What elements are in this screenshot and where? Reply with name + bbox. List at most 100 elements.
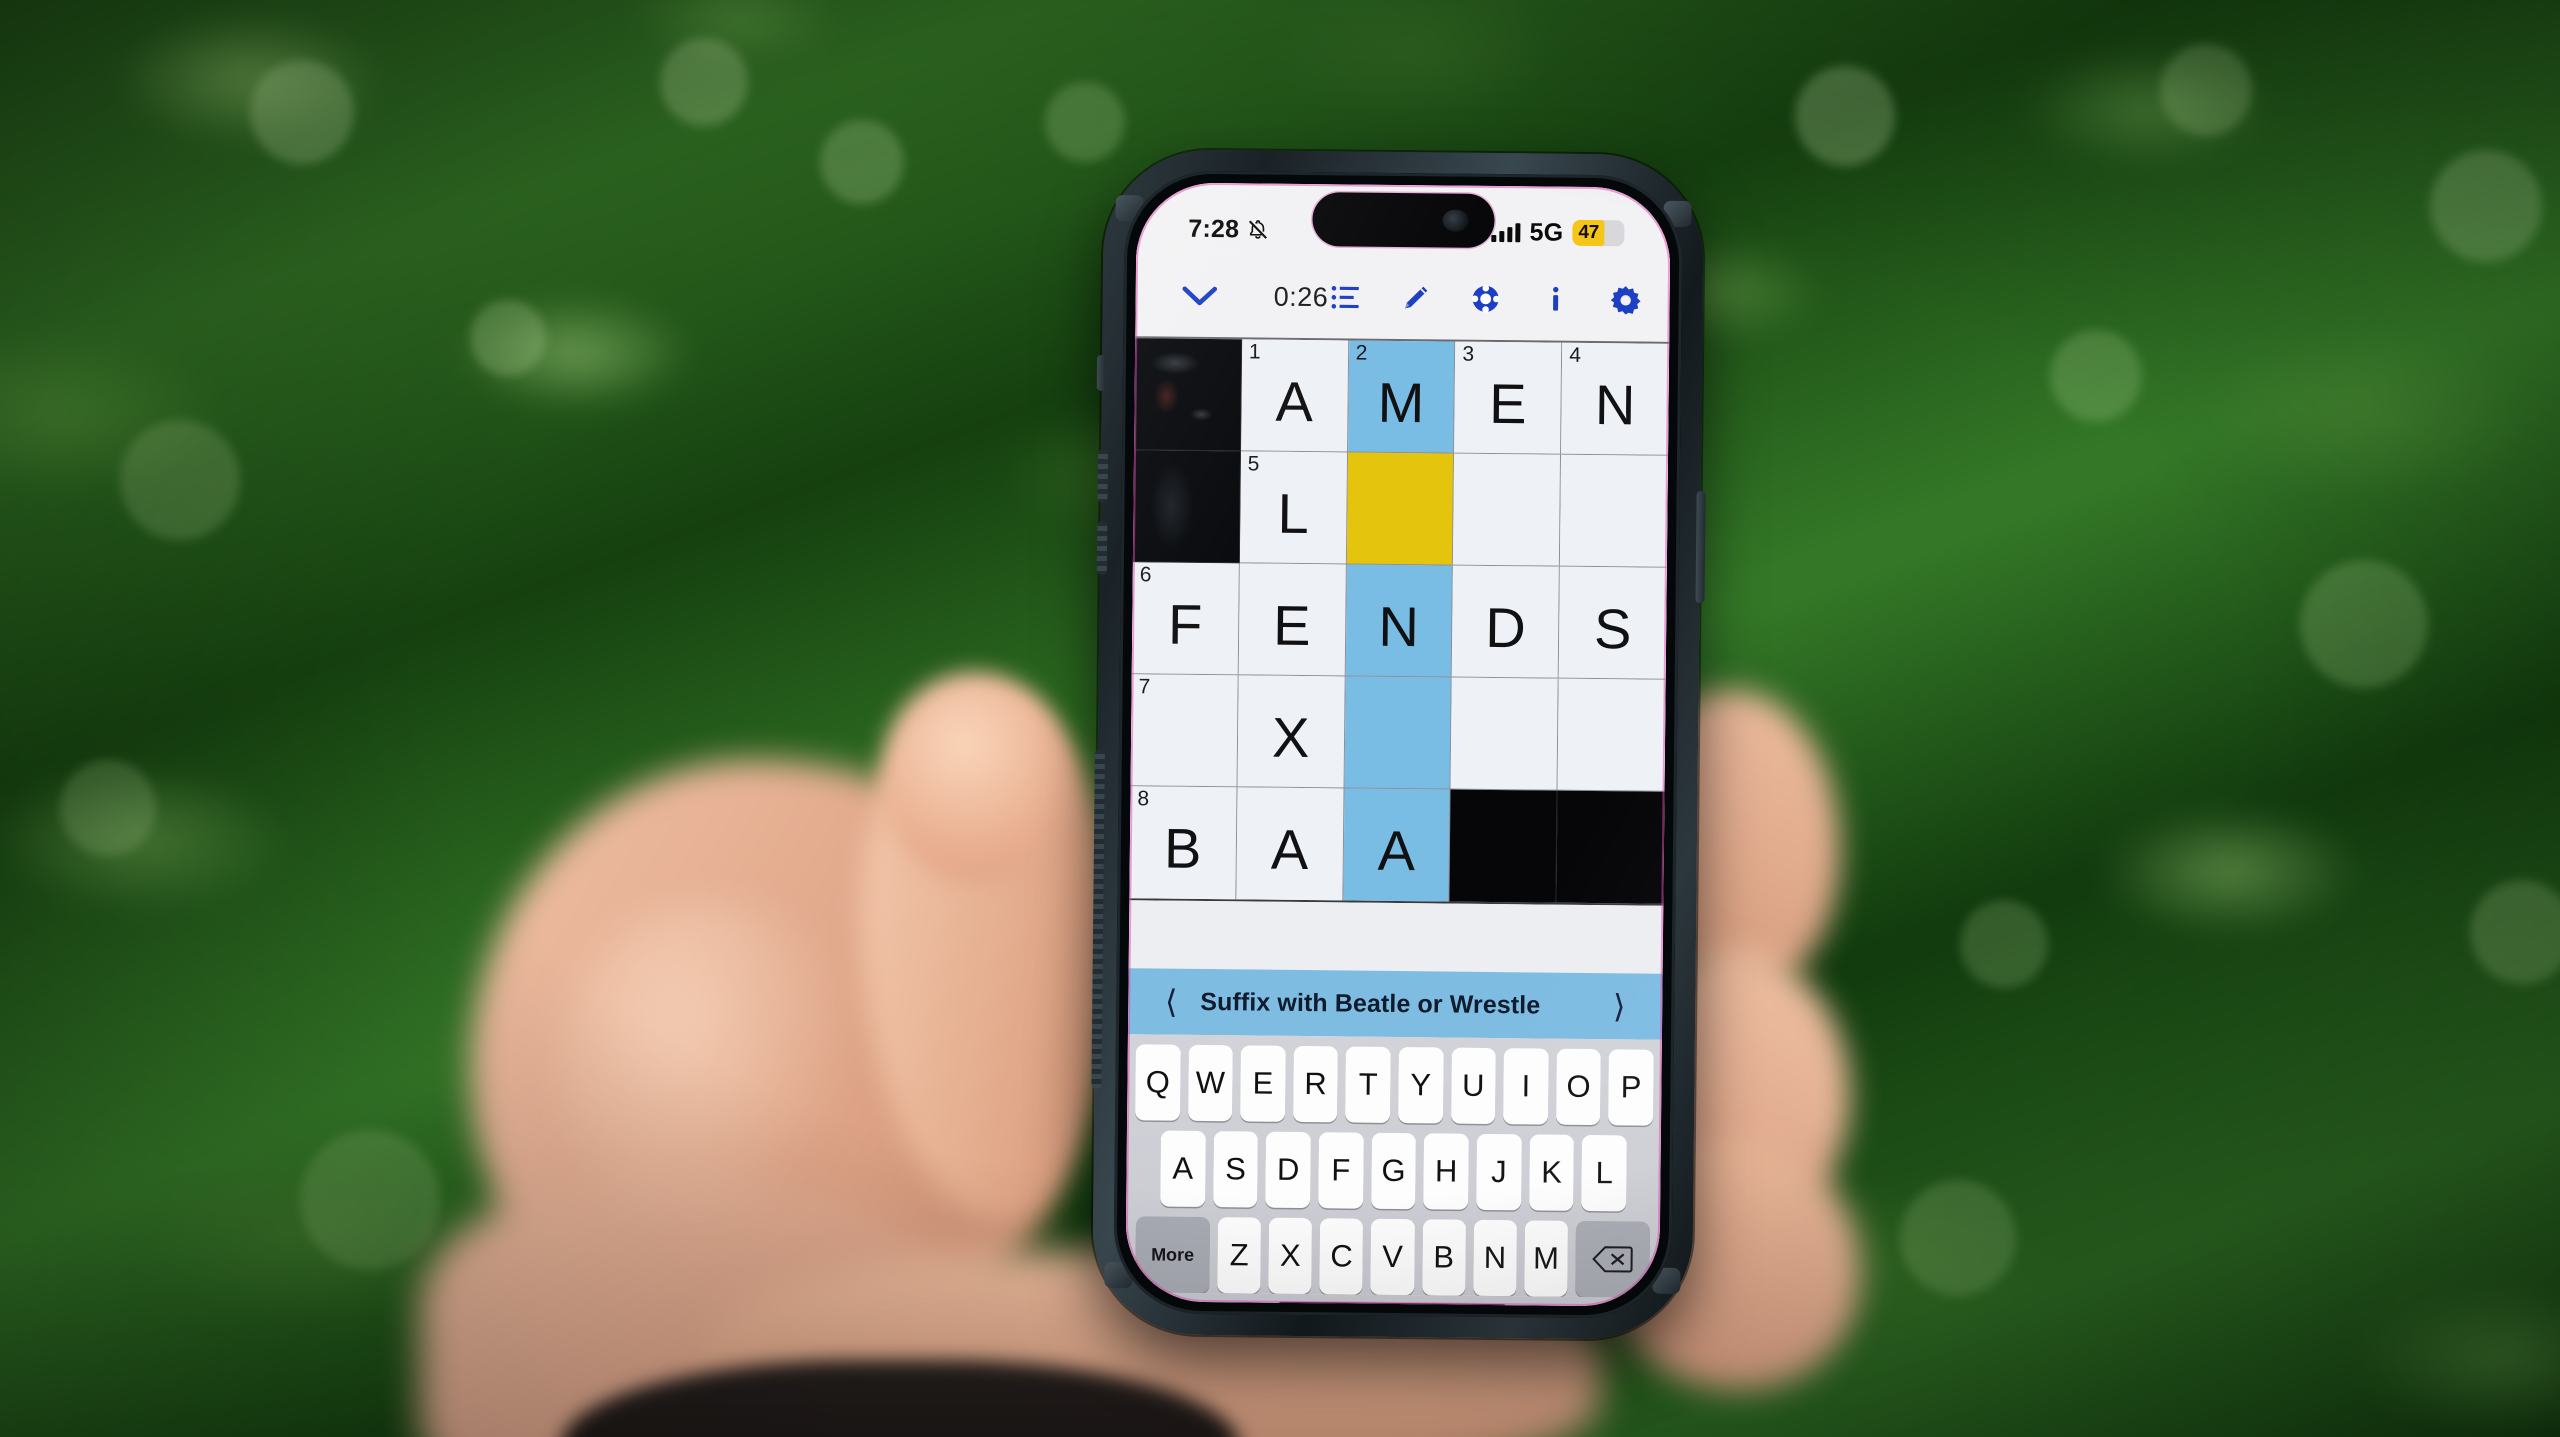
crossword-cell[interactable]: 8B [1129,786,1238,900]
chevron-left-icon[interactable]: ⟨ [1154,984,1188,1020]
crossword-cell[interactable]: 3E [1454,341,1563,455]
key-s[interactable]: S [1212,1131,1259,1208]
key-o[interactable]: O [1555,1048,1602,1126]
crossword-cell[interactable]: X [1237,675,1346,789]
life-ring-icon[interactable] [1468,282,1502,316]
cell-letter: N [1378,594,1420,658]
key-u[interactable]: U [1450,1047,1497,1125]
crossword-cell[interactable] [1346,452,1455,566]
key-p[interactable]: P [1608,1049,1654,1126]
battery-percent: 47 [1578,221,1600,244]
chevron-right-icon[interactable]: ⟩ [1602,988,1636,1024]
key-d[interactable]: D [1265,1131,1311,1209]
more-key[interactable]: More [1135,1216,1211,1294]
cell-number: 5 [1247,452,1260,476]
cell-letter: A [1270,817,1309,882]
crossword-cell[interactable] [1453,453,1562,567]
crossword-cell[interactable]: A [1236,787,1345,901]
crossword-cell[interactable] [1557,678,1666,792]
cell-letter: E [1272,593,1311,657]
bell-slash-icon [1246,218,1269,241]
info-icon[interactable] [1538,282,1572,316]
crossword-cell[interactable]: 7 [1130,674,1239,788]
key-f[interactable]: F [1318,1132,1364,1209]
key-r[interactable]: R [1292,1045,1339,1123]
key-i[interactable]: I [1503,1048,1549,1125]
cell-number: 3 [1462,342,1475,366]
crossword-grid[interactable]: 1A2M3E4N5L6FENDS7X8BAA [1129,338,1670,904]
cell-number: 4 [1569,343,1582,367]
cell-number: 2 [1355,341,1368,365]
backspace-icon[interactable] [1575,1220,1651,1298]
crossword-cell[interactable]: N [1345,564,1454,678]
hand-part [880,672,1070,882]
crossword-cell[interactable]: S [1558,566,1667,680]
cell-number: 7 [1138,675,1151,699]
key-a[interactable]: A [1160,1130,1206,1208]
crossword-cell[interactable]: A [1342,788,1451,902]
key-k[interactable]: K [1528,1134,1575,1211]
keyboard-row-3: More ZXCVBNM [1133,1216,1652,1298]
key-h[interactable]: H [1423,1133,1469,1210]
status-bar-left: 7:28 [1188,214,1269,244]
crossword-cell[interactable]: 5L [1239,451,1348,565]
keyboard-row-1: QWERTYUIOP [1135,1044,1654,1126]
key-n[interactable]: N [1472,1219,1517,1297]
cell-number: 8 [1137,787,1150,811]
chevron-down-icon[interactable] [1180,283,1220,309]
clue-list-icon[interactable] [1328,280,1362,314]
crossword-cell[interactable] [1450,677,1559,791]
key-v[interactable]: V [1370,1218,1415,1296]
crossword-cell[interactable]: 4N [1561,342,1670,456]
key-y[interactable]: Y [1398,1047,1444,1124]
gear-icon[interactable] [1608,283,1642,317]
power-button[interactable] [1695,491,1706,604]
key-j[interactable]: J [1476,1133,1522,1211]
crossword-cell[interactable] [1344,676,1453,790]
iphone-device: 7:28 5G 47 0:26 1 A 2 M 3 E 4 N 5 L 6 F … [1091,148,1706,1341]
crossword-cell[interactable] [1560,454,1669,568]
crossword-grid-wrapper: 1A2M3E4N5L6FENDS7X8BAA [1129,336,1670,906]
key-l[interactable]: L [1581,1134,1627,1212]
key-x[interactable]: X [1268,1217,1313,1295]
key-c[interactable]: C [1319,1218,1364,1295]
key-q[interactable]: Q [1135,1044,1181,1121]
key-e[interactable]: E [1240,1045,1286,1122]
keyboard-row-2: ASDFGHJKL [1134,1130,1653,1212]
clue-text[interactable]: Suffix with Beatle or Wrestle [1188,987,1602,1020]
crossword-cell[interactable]: 1A [1240,339,1349,453]
crossword-cell[interactable]: 6F [1131,562,1240,676]
crossword-cell[interactable]: E [1238,563,1347,677]
status-bar: 7:28 5G 47 [1136,182,1671,260]
cell-number: 1 [1248,340,1261,364]
network-label: 5G [1529,217,1564,247]
crossword-cell[interactable]: 2M [1347,340,1456,454]
pencil-icon[interactable] [1398,281,1432,315]
crossword-cell[interactable]: D [1452,565,1561,679]
cell-letter: E [1488,371,1527,435]
hand-part [560,900,860,1240]
key-t[interactable]: T [1345,1046,1391,1123]
phone-screen: 7:28 5G 47 0:26 1 A 2 M 3 E 4 N 5 L 6 F … [1125,182,1671,1307]
on-screen-keyboard: QWERTYUIOP ASDFGHJKL More ZXCVBNM [1125,1034,1662,1298]
battery-indicator: 47 [1572,219,1625,247]
clue-bar: ⟨ Suffix with Beatle or Wrestle ⟩ [1127,968,1663,1040]
phone-bezel: 7:28 5G 47 0:26 1 A 2 M 3 E 4 N 5 L 6 F … [1113,170,1683,1319]
key-b[interactable]: B [1421,1219,1466,1296]
cell-number: 6 [1139,563,1152,587]
mute-switch[interactable] [1096,354,1107,391]
cell-letter: D [1484,595,1527,659]
crossword-block-cell [1132,450,1241,564]
key-z[interactable]: Z [1217,1217,1262,1294]
case-grip-texture [1097,448,1109,503]
home-indicator-bar[interactable] [1278,1301,1507,1307]
puzzle-timer[interactable]: 0:26 [1274,281,1329,313]
cell-letter: A [1377,818,1416,883]
keyboard-row-3-letters: ZXCVBNM [1217,1217,1569,1297]
cell-letter: S [1593,596,1632,660]
key-w[interactable]: W [1187,1044,1234,1122]
key-m[interactable]: M [1524,1220,1569,1297]
cell-letter: B [1163,816,1202,880]
key-g[interactable]: G [1370,1132,1417,1210]
crossword-block-cell [1449,789,1558,903]
